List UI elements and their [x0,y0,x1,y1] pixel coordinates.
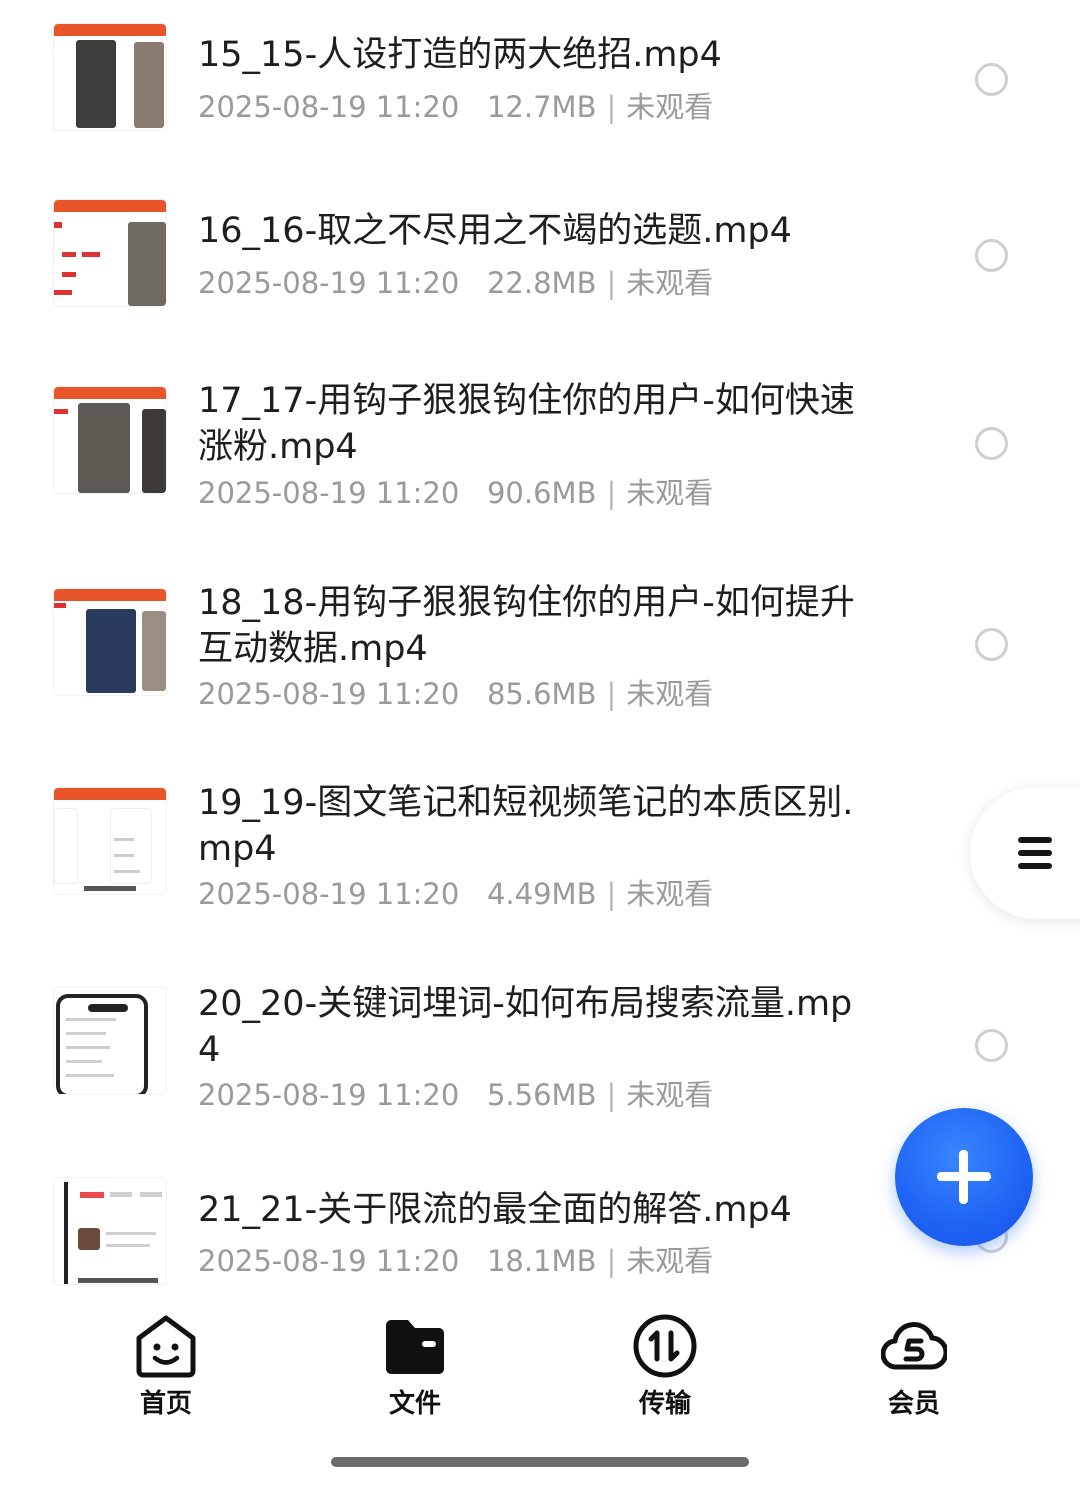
file-date: 2025-08-19 11:20 [198,90,460,124]
file-meta: 2025-08-19 11:20 22.8MB | 未观看 [198,264,898,302]
nav-item-files[interactable]: 文件 [350,1313,480,1423]
nav-item-transfer[interactable]: 传输 [600,1313,730,1423]
file-date: 2025-08-19 11:20 [198,1244,460,1278]
meta-separator: | [606,677,617,711]
nav-label: 会员 [887,1389,940,1419]
home-indicator[interactable] [331,1457,749,1467]
list-item[interactable]: 17_17-用钩子狠狠钩住你的用户-如何快速涨粉.mp4 2025-08-19 … [0,360,1080,560]
file-date: 2025-08-19 11:20 [198,476,460,510]
file-size: 22.8MB [486,266,597,300]
select-radio[interactable] [975,239,1008,272]
list-item[interactable]: 19_19-图文笔记和短视频笔记的本质区别.mp4 2025-08-19 11:… [0,760,1080,960]
file-list: 15_15-人设打造的两大绝招.mp4 2025-08-19 11:20 12.… [0,0,1080,1295]
nav-label: 首页 [139,1389,192,1419]
file-title: 19_19-图文笔记和短视频笔记的本质区别.mp4 [198,783,854,869]
meta-separator: | [606,877,617,911]
file-size: 18.1MB [486,1244,597,1278]
file-size: 12.7MB [486,90,597,124]
list-item[interactable]: 18_18-用钩子狠狠钩住你的用户-如何提升互动数据.mp4 2025-08-1… [0,560,1080,760]
nav-label: 传输 [638,1389,691,1419]
meta-separator: | [606,266,617,300]
file-date: 2025-08-19 11:20 [198,1078,460,1112]
video-thumbnail [54,988,166,1094]
watch-status: 未观看 [626,1244,714,1278]
file-meta: 2025-08-19 11:20 18.1MB | 未观看 [198,1242,898,1280]
meta-separator: | [606,1078,617,1112]
list-item[interactable]: 15_15-人设打造的两大绝招.mp4 2025-08-19 11:20 12.… [0,0,1080,170]
home-face-icon [136,1315,196,1378]
transfer-icon [633,1314,697,1378]
select-radio[interactable] [975,628,1008,661]
file-size: 90.6MB [486,476,597,510]
meta-separator: | [606,476,617,510]
file-meta: 2025-08-19 11:20 90.6MB | 未观看 [198,474,898,512]
select-radio[interactable] [975,427,1008,460]
file-title: 21_21-关于限流的最全面的解答.mp4 [198,1190,792,1230]
watch-status: 未观看 [626,90,714,124]
video-thumbnail [54,200,166,306]
file-date: 2025-08-19 11:20 [198,877,460,911]
select-radio[interactable] [975,1029,1008,1062]
meta-separator: | [606,90,617,124]
file-meta: 2025-08-19 11:20 5.56MB | 未观看 [198,1076,898,1114]
watch-status: 未观看 [626,877,714,911]
watch-status: 未观看 [626,677,714,711]
file-meta: 2025-08-19 11:20 12.7MB | 未观看 [198,88,898,126]
file-meta: 2025-08-19 11:20 85.6MB | 未观看 [198,675,898,713]
video-thumbnail [54,24,166,130]
video-thumbnail [54,589,166,695]
membership-cloud-icon [881,1322,947,1370]
file-meta: 2025-08-19 11:20 4.49MB | 未观看 [198,875,898,913]
file-title: 18_18-用钩子狠狠钩住你的用户-如何提升互动数据.mp4 [198,583,855,669]
add-button[interactable] [895,1108,1033,1246]
watch-status: 未观看 [626,266,714,300]
folder-icon [386,1320,444,1374]
file-title: 20_20-关键词埋词-如何布局搜索流量.mp4 [198,984,853,1070]
file-size: 5.56MB [486,1078,597,1112]
nav-item-membership[interactable]: 会员 [849,1313,979,1423]
file-title: 17_17-用钩子狠狠钩住你的用户-如何快速涨粉.mp4 [198,381,855,467]
file-size: 4.49MB [486,877,597,911]
select-radio[interactable] [975,63,1008,96]
video-thumbnail [54,1178,166,1284]
list-item[interactable]: 16_16-取之不尽用之不竭的选题.mp4 2025-08-19 11:20 2… [0,180,1080,350]
file-date: 2025-08-19 11:20 [198,266,460,300]
watch-status: 未观看 [626,476,714,510]
file-size: 85.6MB [486,677,597,711]
hamburger-menu-icon [1018,837,1052,876]
video-thumbnail [54,387,166,493]
nav-label: 文件 [388,1389,441,1419]
file-date: 2025-08-19 11:20 [198,677,460,711]
video-thumbnail [54,788,166,894]
meta-separator: | [606,1244,617,1278]
nav-item-home[interactable]: 首页 [101,1313,231,1423]
file-title: 15_15-人设打造的两大绝招.mp4 [198,35,722,75]
watch-status: 未观看 [626,1078,714,1112]
file-title: 16_16-取之不尽用之不竭的选题.mp4 [198,211,792,251]
